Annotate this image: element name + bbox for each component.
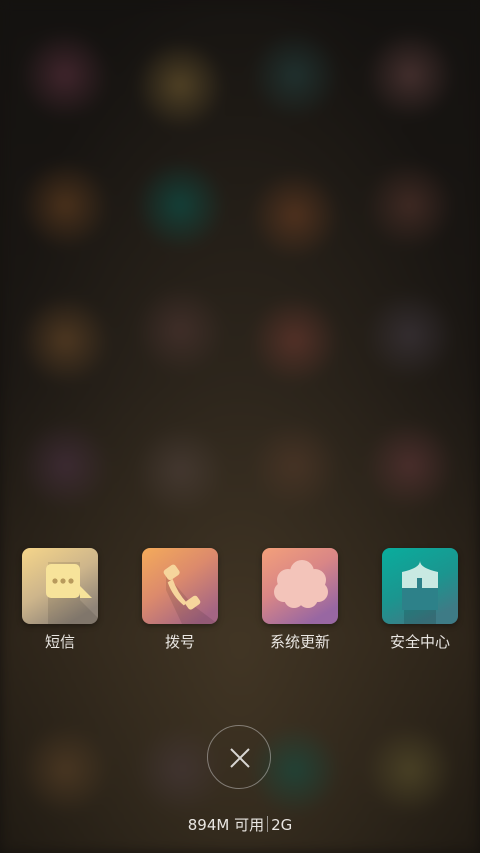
- recent-app-label: 拨号: [164, 633, 195, 651]
- memory-status: 894M 可用 2G: [0, 815, 480, 835]
- shield-plus-icon: [382, 548, 458, 624]
- recent-app-label: 短信: [44, 633, 75, 651]
- recent-app-messages[interactable]: 短信: [5, 548, 115, 658]
- recent-app-system-update[interactable]: 系统更新: [245, 548, 355, 658]
- close-icon: [230, 748, 250, 768]
- phone-handset-icon: [142, 548, 218, 624]
- message-bubble-icon: [22, 548, 98, 624]
- recent-app-dialer[interactable]: 拨号: [125, 548, 235, 658]
- recent-app-label: 系统更新: [269, 633, 330, 651]
- recent-apps-row: 短信 拨号 系统更新 安全中心: [0, 548, 480, 658]
- memory-total: 2G: [271, 816, 293, 834]
- recent-app-security-center[interactable]: 安全中心: [365, 548, 475, 658]
- cloud-icon: [262, 548, 338, 624]
- recent-app-label: 安全中心: [389, 633, 450, 651]
- memory-available: 894M 可用: [187, 816, 265, 834]
- memory-divider: [267, 816, 269, 832]
- clear-all-button[interactable]: [207, 725, 271, 789]
